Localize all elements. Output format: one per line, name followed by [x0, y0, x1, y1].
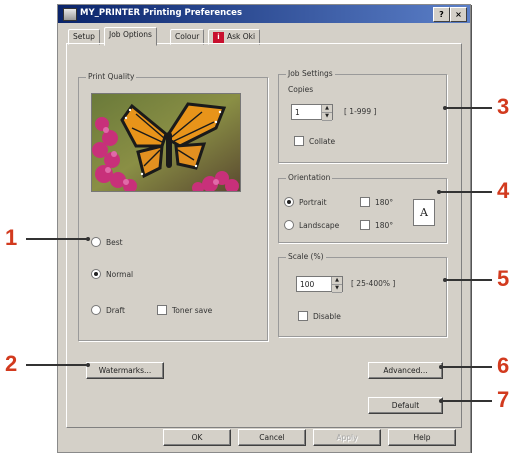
tab-label: Colour — [175, 32, 200, 41]
tab-label: Setup — [73, 32, 95, 41]
advanced-button[interactable]: Advanced... — [368, 362, 443, 379]
rotate-180-label: 180° — [375, 197, 394, 207]
disable-label: Disable — [313, 311, 341, 321]
spin-arrows[interactable]: ▲ ▼ — [321, 105, 332, 121]
orientation-portrait-radio[interactable]: Portrait — [284, 197, 327, 207]
help-button[interactable]: Help — [388, 429, 456, 446]
copies-range: [ 1-999 ] — [344, 107, 377, 116]
down-arrow-icon[interactable]: ▼ — [332, 285, 342, 293]
checkbox-box — [157, 305, 167, 315]
window-title: MY_PRINTER Printing Preferences — [80, 8, 243, 18]
scale-range: [ 25-400% ] — [351, 279, 396, 288]
callout-5: 5 — [497, 266, 510, 291]
spin-arrows[interactable]: ▲ ▼ — [331, 277, 342, 293]
collate-checkbox[interactable]: Collate — [294, 136, 335, 146]
apply-button: Apply — [313, 429, 381, 446]
radio-circle — [284, 220, 294, 230]
toner-save-checkbox[interactable]: Toner save — [157, 305, 212, 315]
copies-label: Copies — [288, 85, 314, 94]
butterfly-photo — [92, 94, 240, 191]
callout-2: 2 — [5, 351, 18, 376]
checkbox-box — [360, 197, 370, 207]
quality-normal-label: Normal — [106, 269, 134, 279]
up-arrow-icon[interactable]: ▲ — [332, 277, 342, 285]
printer-icon — [63, 8, 77, 21]
orientation-landscape-radio[interactable]: Landscape — [284, 220, 339, 230]
cancel-button[interactable]: Cancel — [238, 429, 306, 446]
printing-preferences-dialog: MY_PRINTER Printing Preferences ? × Setu… — [57, 4, 471, 453]
rotate-180-label: 180° — [375, 220, 394, 230]
quality-draft-radio[interactable]: Draft — [91, 305, 125, 315]
help-question-button[interactable]: ? — [433, 7, 450, 22]
tab-label: Job Options — [109, 30, 152, 39]
watermarks-button[interactable]: Watermarks... — [86, 362, 164, 379]
radio-circle — [91, 237, 101, 247]
checkbox-box — [294, 136, 304, 146]
callout-4: 4 — [497, 178, 510, 203]
close-button[interactable]: × — [450, 7, 467, 22]
checkbox-box — [298, 311, 308, 321]
scale-spinbox[interactable]: 100 ▲ ▼ — [296, 276, 343, 293]
checkbox-box — [360, 220, 370, 230]
callout-7: 7 — [497, 387, 510, 412]
landscape-rotate-180-checkbox[interactable]: 180° — [360, 220, 393, 230]
down-arrow-icon[interactable]: ▼ — [322, 113, 332, 121]
job-settings-legend: Job Settings — [286, 69, 335, 78]
radio-circle — [284, 197, 294, 207]
radio-circle — [91, 269, 101, 279]
scale-group: Scale (%) — [278, 252, 447, 337]
oki-info-icon: i — [213, 31, 224, 43]
quality-best-radio[interactable]: Best — [91, 237, 123, 247]
portrait-label: Portrait — [299, 197, 327, 207]
portrait-rotate-180-checkbox[interactable]: 180° — [360, 197, 393, 207]
callout-1: 1 — [5, 225, 18, 250]
print-quality-preview-image — [91, 93, 241, 192]
toner-save-label: Toner save — [172, 305, 213, 315]
landscape-label: Landscape — [299, 220, 340, 230]
scale-legend: Scale (%) — [286, 252, 326, 261]
default-button[interactable]: Default — [368, 397, 443, 414]
radio-circle — [91, 305, 101, 315]
quality-best-label: Best — [106, 237, 123, 247]
quality-normal-radio[interactable]: Normal — [91, 269, 133, 279]
ok-button[interactable]: OK — [163, 429, 231, 446]
collate-label: Collate — [309, 136, 336, 146]
title-bar: MY_PRINTER Printing Preferences ? × — [58, 5, 470, 23]
orientation-legend: Orientation — [286, 173, 333, 182]
scale-value: 100 — [300, 279, 315, 289]
quality-draft-label: Draft — [106, 305, 125, 315]
up-arrow-icon[interactable]: ▲ — [322, 105, 332, 113]
tab-job-options[interactable]: Job Options — [104, 27, 157, 46]
callout-6: 6 — [497, 353, 510, 378]
copies-spinbox[interactable]: 1 ▲ ▼ — [291, 104, 333, 121]
orientation-preview-icon: A — [413, 199, 435, 226]
copies-value: 1 — [295, 107, 300, 117]
tab-label: Ask Oki — [227, 32, 256, 41]
print-quality-legend: Print Quality — [86, 72, 137, 81]
scale-disable-checkbox[interactable]: Disable — [298, 311, 341, 321]
callout-3: 3 — [497, 94, 510, 119]
